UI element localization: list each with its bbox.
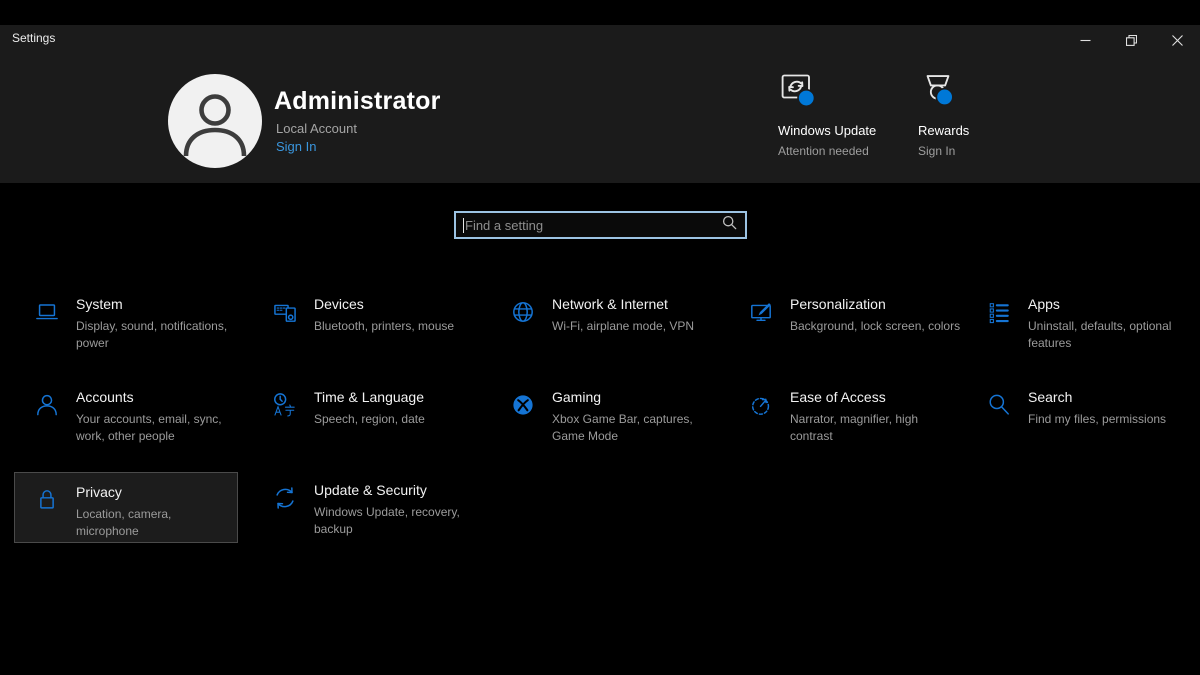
search-input[interactable] bbox=[464, 218, 722, 233]
status-label: Rewards bbox=[918, 123, 1078, 138]
category-subtitle: Uninstall, defaults, optional features bbox=[1028, 318, 1200, 352]
sync-icon bbox=[271, 483, 299, 513]
close-icon bbox=[1172, 35, 1183, 46]
rewards-medal-icon bbox=[918, 70, 1078, 114]
category-subtitle: Windows Update, recovery, backup bbox=[314, 504, 486, 538]
minimize-icon bbox=[1080, 35, 1091, 46]
restore-button[interactable] bbox=[1108, 25, 1154, 55]
display-brush-icon bbox=[747, 297, 775, 327]
search-box[interactable] bbox=[454, 211, 747, 239]
category-title: Accounts bbox=[76, 389, 248, 405]
category-title: Search bbox=[1028, 389, 1166, 405]
settings-category-grid: System Display, sound, notifications, pow… bbox=[14, 278, 1200, 557]
xbox-icon bbox=[509, 390, 537, 420]
magnifier-icon bbox=[722, 215, 737, 235]
status-subtext: Sign In bbox=[918, 144, 1078, 158]
close-button[interactable] bbox=[1154, 25, 1200, 55]
clock-language-icon bbox=[271, 390, 299, 420]
account-name: Administrator bbox=[274, 87, 441, 116]
window-title: Settings bbox=[12, 31, 55, 45]
windows-update-status[interactable]: Windows Update Attention needed bbox=[778, 70, 938, 158]
category-tile-apps[interactable]: Apps Uninstall, defaults, optional featur… bbox=[966, 278, 1200, 371]
category-subtitle: Speech, region, date bbox=[314, 411, 425, 428]
category-title: Privacy bbox=[76, 484, 237, 500]
ease-of-access-icon bbox=[747, 390, 775, 420]
account-type: Local Account bbox=[276, 121, 357, 136]
category-tile-search[interactable]: Search Find my files, permissions bbox=[966, 371, 1200, 464]
category-title: System bbox=[76, 296, 248, 312]
category-title: Time & Language bbox=[314, 389, 425, 405]
category-title: Network & Internet bbox=[552, 296, 694, 312]
account-sign-in-link[interactable]: Sign In bbox=[276, 139, 316, 154]
category-tile-ease-of-access[interactable]: Ease of Access Narrator, magnifier, high … bbox=[728, 371, 966, 464]
category-tile-personalization[interactable]: Personalization Background, lock screen, … bbox=[728, 278, 966, 371]
category-subtitle: Narrator, magnifier, high contrast bbox=[790, 411, 962, 445]
windows-update-icon bbox=[778, 70, 938, 114]
category-title: Update & Security bbox=[314, 482, 486, 498]
category-subtitle: Bluetooth, printers, mouse bbox=[314, 318, 454, 335]
category-title: Personalization bbox=[790, 296, 960, 312]
laptop-icon bbox=[33, 297, 61, 327]
avatar[interactable] bbox=[168, 74, 262, 168]
category-title: Apps bbox=[1028, 296, 1200, 312]
category-title: Gaming bbox=[552, 389, 724, 405]
category-subtitle: Xbox Game Bar, captures, Game Mode bbox=[552, 411, 724, 445]
status-label: Windows Update bbox=[778, 123, 938, 138]
lock-icon bbox=[33, 485, 61, 515]
category-tile-gaming[interactable]: Gaming Xbox Game Bar, captures, Game Mode bbox=[490, 371, 728, 464]
magnifier-icon bbox=[985, 390, 1013, 420]
category-subtitle: Location, camera, microphone bbox=[76, 506, 237, 540]
category-tile-time-language[interactable]: Time & Language Speech, region, date bbox=[252, 371, 490, 464]
restore-icon bbox=[1126, 35, 1137, 46]
globe-icon bbox=[509, 297, 537, 327]
category-tile-system[interactable]: System Display, sound, notifications, pow… bbox=[14, 278, 252, 371]
person-icon bbox=[33, 390, 61, 420]
window-controls bbox=[1062, 25, 1200, 55]
category-tile-network[interactable]: Network & Internet Wi-Fi, airplane mode, … bbox=[490, 278, 728, 371]
category-title: Devices bbox=[314, 296, 454, 312]
category-title: Ease of Access bbox=[790, 389, 962, 405]
category-subtitle: Your accounts, email, sync, work, other … bbox=[76, 411, 248, 445]
rewards-status[interactable]: Rewards Sign In bbox=[918, 70, 1078, 158]
category-subtitle: Find my files, permissions bbox=[1028, 411, 1166, 428]
devices-icon bbox=[271, 297, 299, 327]
category-subtitle: Wi-Fi, airplane mode, VPN bbox=[552, 318, 694, 335]
category-subtitle: Display, sound, notifications, power bbox=[76, 318, 248, 352]
status-subtext: Attention needed bbox=[778, 144, 938, 158]
app-list-icon bbox=[985, 297, 1013, 327]
category-tile-devices[interactable]: Devices Bluetooth, printers, mouse bbox=[252, 278, 490, 371]
category-tile-accounts[interactable]: Accounts Your accounts, email, sync, work… bbox=[14, 371, 252, 464]
category-tile-update-security[interactable]: Update & Security Windows Update, recover… bbox=[252, 464, 490, 557]
minimize-button[interactable] bbox=[1062, 25, 1108, 55]
category-subtitle: Background, lock screen, colors bbox=[790, 318, 960, 335]
category-tile-privacy[interactable]: Privacy Location, camera, microphone bbox=[14, 472, 238, 543]
